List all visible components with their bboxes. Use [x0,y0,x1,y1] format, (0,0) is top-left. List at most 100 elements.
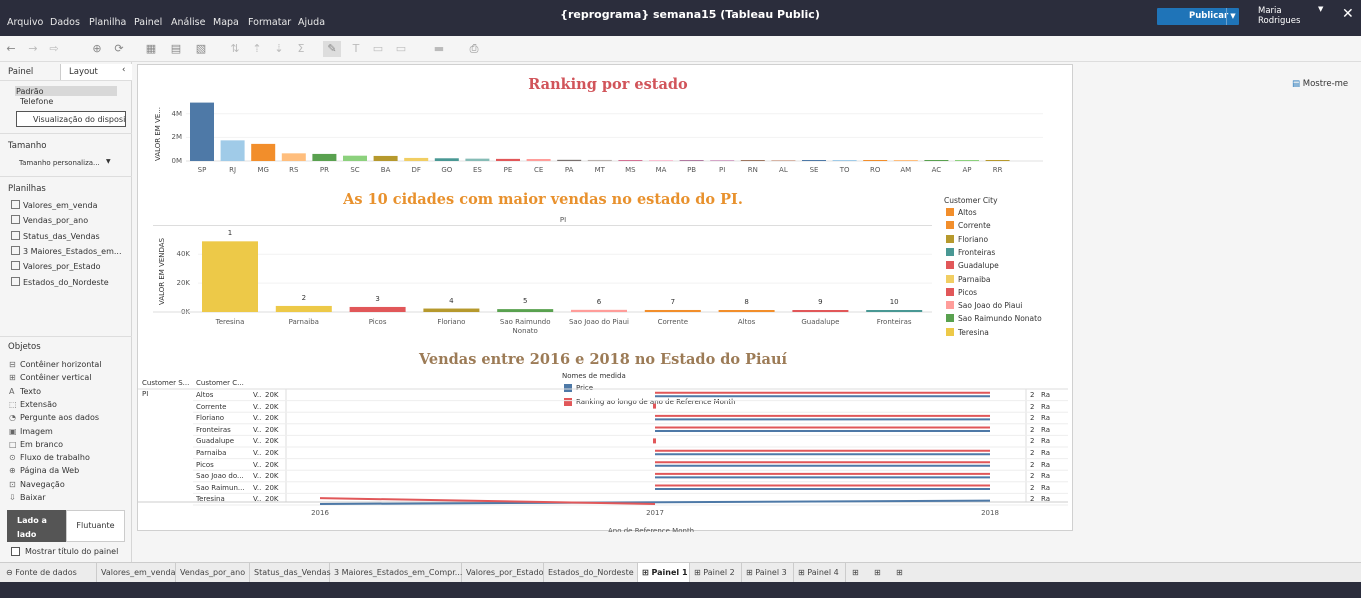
divider [0,176,132,177]
download-icon: ⇩ [9,493,16,502]
device-preview-button[interactable]: Visualização do dispositivo [16,111,126,127]
new-sheet-icon[interactable]: ▦ [142,41,160,57]
size-dropdown-chevron-icon[interactable]: ▼ [106,158,111,165]
sheet-tab[interactable]: 3 Maiores_Estados_em_Compr... [330,563,462,583]
labels-icon[interactable]: T [347,41,365,57]
sheet-icon [11,245,20,255]
publish-button[interactable]: Publicar ▼ [1157,8,1239,25]
duplicate-sheet-icon[interactable]: ▤ [167,41,185,57]
new-story-icon[interactable]: ⊞ [892,563,914,583]
tab-panel[interactable]: Painel [8,67,33,77]
menu-mapa[interactable]: Mapa [213,0,239,36]
dashboard-tab-icon: ⊞ [798,568,808,577]
object-item[interactable]: ◔ Pergunte aos dados [9,413,99,422]
object-item[interactable]: ⊞ Contêiner vertical [9,373,91,382]
chart3-right-label: Ra [1041,483,1050,492]
object-item[interactable]: ⊟ Contêiner horizontal [9,360,102,369]
object-item[interactable]: ⊡ Navegação [9,480,65,489]
sheet-item[interactable]: Estados_do_Nordeste [11,276,129,287]
dashboard-tab[interactable]: ⊞ Painel 2 [690,563,742,583]
sheet-item[interactable]: 3 Maiores_Estados_em... [11,245,129,256]
floating-button[interactable]: Flutuante [66,510,125,542]
object-item[interactable]: ▣ Imagem [9,427,53,436]
dashboard-tab[interactable]: ⊞ Painel 3 [742,563,794,583]
menu-formatar[interactable]: Formatar [248,0,291,36]
object-item[interactable]: ⊕ Página da Web [9,466,79,475]
chart3-ranking-point [653,403,656,409]
object-item[interactable]: ⬚ Extensão [9,400,57,409]
user-menu-chevron-icon[interactable]: ▼ [1318,5,1323,13]
swap-icon[interactable]: ⇅ [226,41,244,57]
sort-asc-icon[interactable]: ⇡ [248,41,266,57]
sheet-item[interactable]: Valores_por_Estado [11,261,129,271]
chart3-right-value: 2 [1030,460,1035,469]
sheet-tab[interactable]: Valores_em_venda [97,563,176,583]
fit-icon[interactable]: ▭ [392,41,410,57]
dashboard-tab[interactable]: ⊞ Painel 1 [638,563,690,583]
navigation-icon: ⊡ [9,479,16,489]
menu-arquivo[interactable]: Arquivo [7,0,43,36]
object-item-label: Contêiner vertical [20,373,92,383]
new-datasource-icon[interactable]: ⊕ [88,41,106,57]
object-item-label: Página da Web [20,466,80,476]
highlight-icon[interactable]: ✎ [323,41,341,57]
dashboard-side-panel: Painel Layout ‹ Padrão Telefone Visualiz… [0,62,132,562]
chart3-row-tick: 20K [265,460,279,469]
presentation-icon[interactable]: ▬ [430,41,448,57]
divider [0,80,132,81]
object-item-label: Baixar [20,493,46,502]
sheet-tab[interactable]: Valores_por_Estado [462,563,544,583]
tab-layout[interactable]: Layout [69,67,98,77]
object-item[interactable]: ⊙ Fluxo de trabalho [9,453,90,462]
share-icon[interactable]: ⎙ [465,41,483,57]
object-item-label: Texto [20,386,42,396]
menu-planilha[interactable]: Planilha [89,0,126,36]
menu-painel[interactable]: Painel [134,0,162,36]
object-item[interactable]: A Texto [9,387,41,396]
menu-dados[interactable]: Dados [50,0,80,36]
chart3-city-label: Picos [196,460,214,469]
show-me-button[interactable]: ▤ Mostre-me [1292,79,1348,89]
device-default[interactable]: Padrão [16,87,44,96]
forward-icon[interactable]: → [24,41,42,57]
dashboard-tab[interactable]: ⊞ Painel 4 [794,563,846,583]
chevron-down-icon[interactable]: ▼ [1226,8,1239,25]
new-sheet-icon[interactable]: ⊞ [848,563,870,583]
refresh-icon[interactable]: ⟳ [110,41,128,57]
object-item[interactable]: ⇩ Baixar [9,493,46,502]
clear-sheet-icon[interactable]: ▧ [192,41,210,57]
sheet-tab[interactable]: Estados_do_Nordeste [544,563,638,583]
chart3-city-label: Guadalupe [196,437,235,446]
tiled-button[interactable]: Lado a lado [7,510,66,542]
objects-header: Objetos [8,342,41,352]
device-phone[interactable]: Telefone [20,97,53,106]
user-name[interactable]: Maria Rodrigues [1258,6,1318,26]
size-dropdown[interactable]: Tamanho personaliza... [19,159,100,167]
object-item-label: Pergunte aos dados [20,413,100,423]
totals-icon[interactable]: Σ [292,41,310,57]
tab-datasource[interactable]: ⊖ Fonte de dados [2,563,97,583]
object-item-label: Em branco [20,439,64,449]
object-item[interactable]: □ Em branco [9,440,63,449]
new-dashboard-icon[interactable]: ⊞ [870,563,892,583]
redo-icon[interactable]: ⇨ [45,41,63,57]
object-item-label: Contêiner horizontal [20,360,102,369]
chart3-ranking-point [653,438,656,444]
chart3-right-value: 2 [1030,437,1035,446]
toolbar: ← → ⇨ ⊕ ⟳ ▦ ▤ ▧ ⇅ ⇡ ⇣ Σ ✎ T ▭ ▭ ▬ ⎙ ▤ Mo… [0,36,1361,89]
sheet-item[interactable]: Valores_em_venda [11,200,129,210]
close-icon[interactable]: ✕ [1342,6,1354,22]
annotate-icon[interactable]: ▭ [369,41,387,57]
sheet-item[interactable]: Vendas_por_ano [11,215,129,225]
back-icon[interactable]: ← [2,41,20,57]
vertical-container-icon: ⊞ [9,373,16,383]
sheet-tab[interactable]: Status_das_Vendas [250,563,331,583]
sort-desc-icon[interactable]: ⇣ [270,41,288,57]
collapse-panel-icon[interactable]: ‹ [122,65,125,75]
menu-ajuda[interactable]: Ajuda [298,0,325,36]
menu-analise[interactable]: Análise [171,0,205,36]
show-title-checkbox[interactable] [11,547,20,556]
sheet-tab[interactable]: Vendas_por_ano [176,563,250,583]
chart3-right-label: Ra [1041,449,1050,457]
sheet-item[interactable]: Status_das_Vendas [11,230,129,241]
